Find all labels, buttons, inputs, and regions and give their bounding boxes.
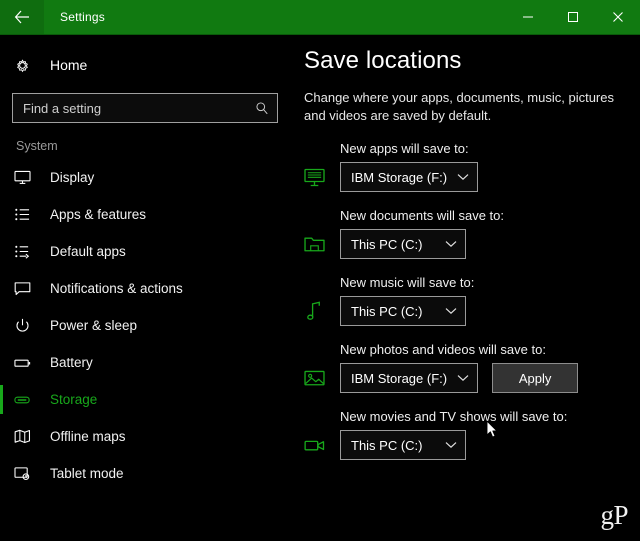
save-location-group-photos: New photos and videos will save to: IBM … [304, 342, 622, 393]
list-arrow-icon [14, 244, 44, 259]
save-location-group-music: New music will save to: This PC (C:) [304, 275, 622, 326]
content-pane: Save locations Change where your apps, d… [292, 35, 640, 541]
chevron-down-icon [457, 374, 469, 382]
dropdown-value: This PC (C:) [351, 236, 423, 252]
chevron-down-icon [445, 240, 457, 248]
save-location-label: New apps will save to: [340, 141, 469, 156]
sidebar-item-label: Battery [50, 355, 93, 370]
map-icon [14, 429, 44, 445]
sidebar-item-label: Apps & features [50, 207, 147, 222]
sidebar-item-label: Default apps [50, 244, 126, 259]
speech-bubble-icon [14, 281, 44, 296]
sidebar-group-title: System [16, 139, 58, 153]
save-location-label: New music will save to: [340, 275, 475, 290]
chevron-down-icon [445, 441, 457, 449]
chevron-down-icon [445, 307, 457, 315]
chevron-down-icon [457, 173, 469, 181]
save-location-group-documents: New documents will save to: This PC (C:) [304, 208, 622, 259]
minimize-button[interactable] [505, 0, 550, 34]
save-location-row: IBM Storage (F:) Apply [304, 363, 622, 393]
dropdown-value: IBM Storage (F:) [351, 169, 448, 185]
save-location-label: New documents will save to: [340, 208, 505, 223]
save-location-dropdown-documents[interactable]: This PC (C:) [340, 229, 466, 259]
sidebar-item-home[interactable]: Home [0, 45, 292, 85]
sidebar-item-apps-features[interactable]: Apps & features [0, 196, 292, 233]
save-location-row: This PC (C:) [304, 229, 622, 259]
back-arrow-icon [14, 10, 30, 24]
app-monitor-icon [304, 168, 340, 187]
sidebar-item-offline-maps[interactable]: Offline maps [0, 418, 292, 455]
storage-icon [14, 393, 44, 407]
watermark: gP [600, 500, 628, 530]
page-description: Change where your apps, documents, music… [304, 90, 614, 123]
window-controls [505, 0, 640, 34]
sidebar-item-label: Offline maps [50, 429, 126, 444]
save-location-row: This PC (C:) [304, 430, 622, 460]
save-location-row: This PC (C:) [304, 296, 622, 326]
save-location-group-apps: New apps will save to: IBM Storage (F:) [304, 141, 622, 192]
window-title: Settings [60, 10, 105, 24]
search-box[interactable] [12, 93, 278, 123]
monitor-icon [14, 170, 44, 185]
list-icon [14, 207, 44, 222]
save-location-dropdown-apps[interactable]: IBM Storage (F:) [340, 162, 479, 192]
sidebar-item-battery[interactable]: Battery [0, 344, 292, 381]
sidebar-item-power-sleep[interactable]: Power & sleep [0, 307, 292, 344]
save-location-row: IBM Storage (F:) [304, 162, 622, 192]
sidebar-item-notifications-actions[interactable]: Notifications & actions [0, 270, 292, 307]
sidebar: Home System [0, 35, 292, 541]
search-input[interactable] [23, 100, 255, 116]
music-note-icon [304, 301, 340, 321]
sidebar-item-storage[interactable]: Storage [0, 381, 292, 418]
video-camera-icon [304, 438, 340, 453]
save-location-label: New photos and videos will save to: [340, 342, 546, 357]
search-icon [255, 101, 269, 115]
sidebar-item-label: Storage [50, 392, 98, 407]
power-icon [14, 318, 44, 334]
sidebar-item-tablet-mode[interactable]: Tablet mode [0, 455, 292, 492]
sidebar-item-label: Display [50, 170, 95, 185]
dropdown-value: This PC (C:) [351, 303, 423, 319]
save-location-dropdown-photos[interactable]: IBM Storage (F:) [340, 363, 479, 393]
sidebar-item-label: Power & sleep [50, 318, 138, 333]
page-title: Save locations [304, 47, 462, 74]
settings-window: Settings Home Find a setting System Disp… [0, 0, 640, 541]
gear-icon [14, 57, 44, 74]
save-location-dropdown-music[interactable]: This PC (C:) [340, 296, 466, 326]
title-bar: Settings [0, 0, 640, 35]
folder-icon [304, 235, 340, 253]
sidebar-item-label: Tablet mode [50, 466, 124, 481]
maximize-button[interactable] [550, 0, 595, 34]
save-location-label: New movies and TV shows will save to: [340, 409, 568, 424]
apply-button[interactable]: Apply [492, 363, 579, 393]
picture-icon [304, 369, 340, 387]
sidebar-item-label: Notifications & actions [50, 281, 183, 296]
window-body: Home System [0, 35, 640, 541]
dropdown-value: This PC (C:) [351, 437, 423, 453]
minimize-icon [522, 11, 534, 23]
maximize-icon [567, 11, 579, 23]
close-button[interactable] [595, 0, 640, 34]
battery-icon [14, 356, 44, 370]
close-icon [612, 11, 624, 23]
save-location-dropdown-movies[interactable]: This PC (C:) [340, 430, 466, 460]
dropdown-value: IBM Storage (F:) [351, 370, 448, 386]
save-location-group-movies: New movies and TV shows will save to: Th… [304, 409, 622, 460]
sidebar-item-display[interactable]: Display [0, 159, 292, 196]
sidebar-home-label: Home [50, 57, 88, 73]
sidebar-item-default-apps[interactable]: Default apps [0, 233, 292, 270]
tablet-icon [14, 466, 44, 481]
back-button[interactable] [0, 0, 44, 34]
